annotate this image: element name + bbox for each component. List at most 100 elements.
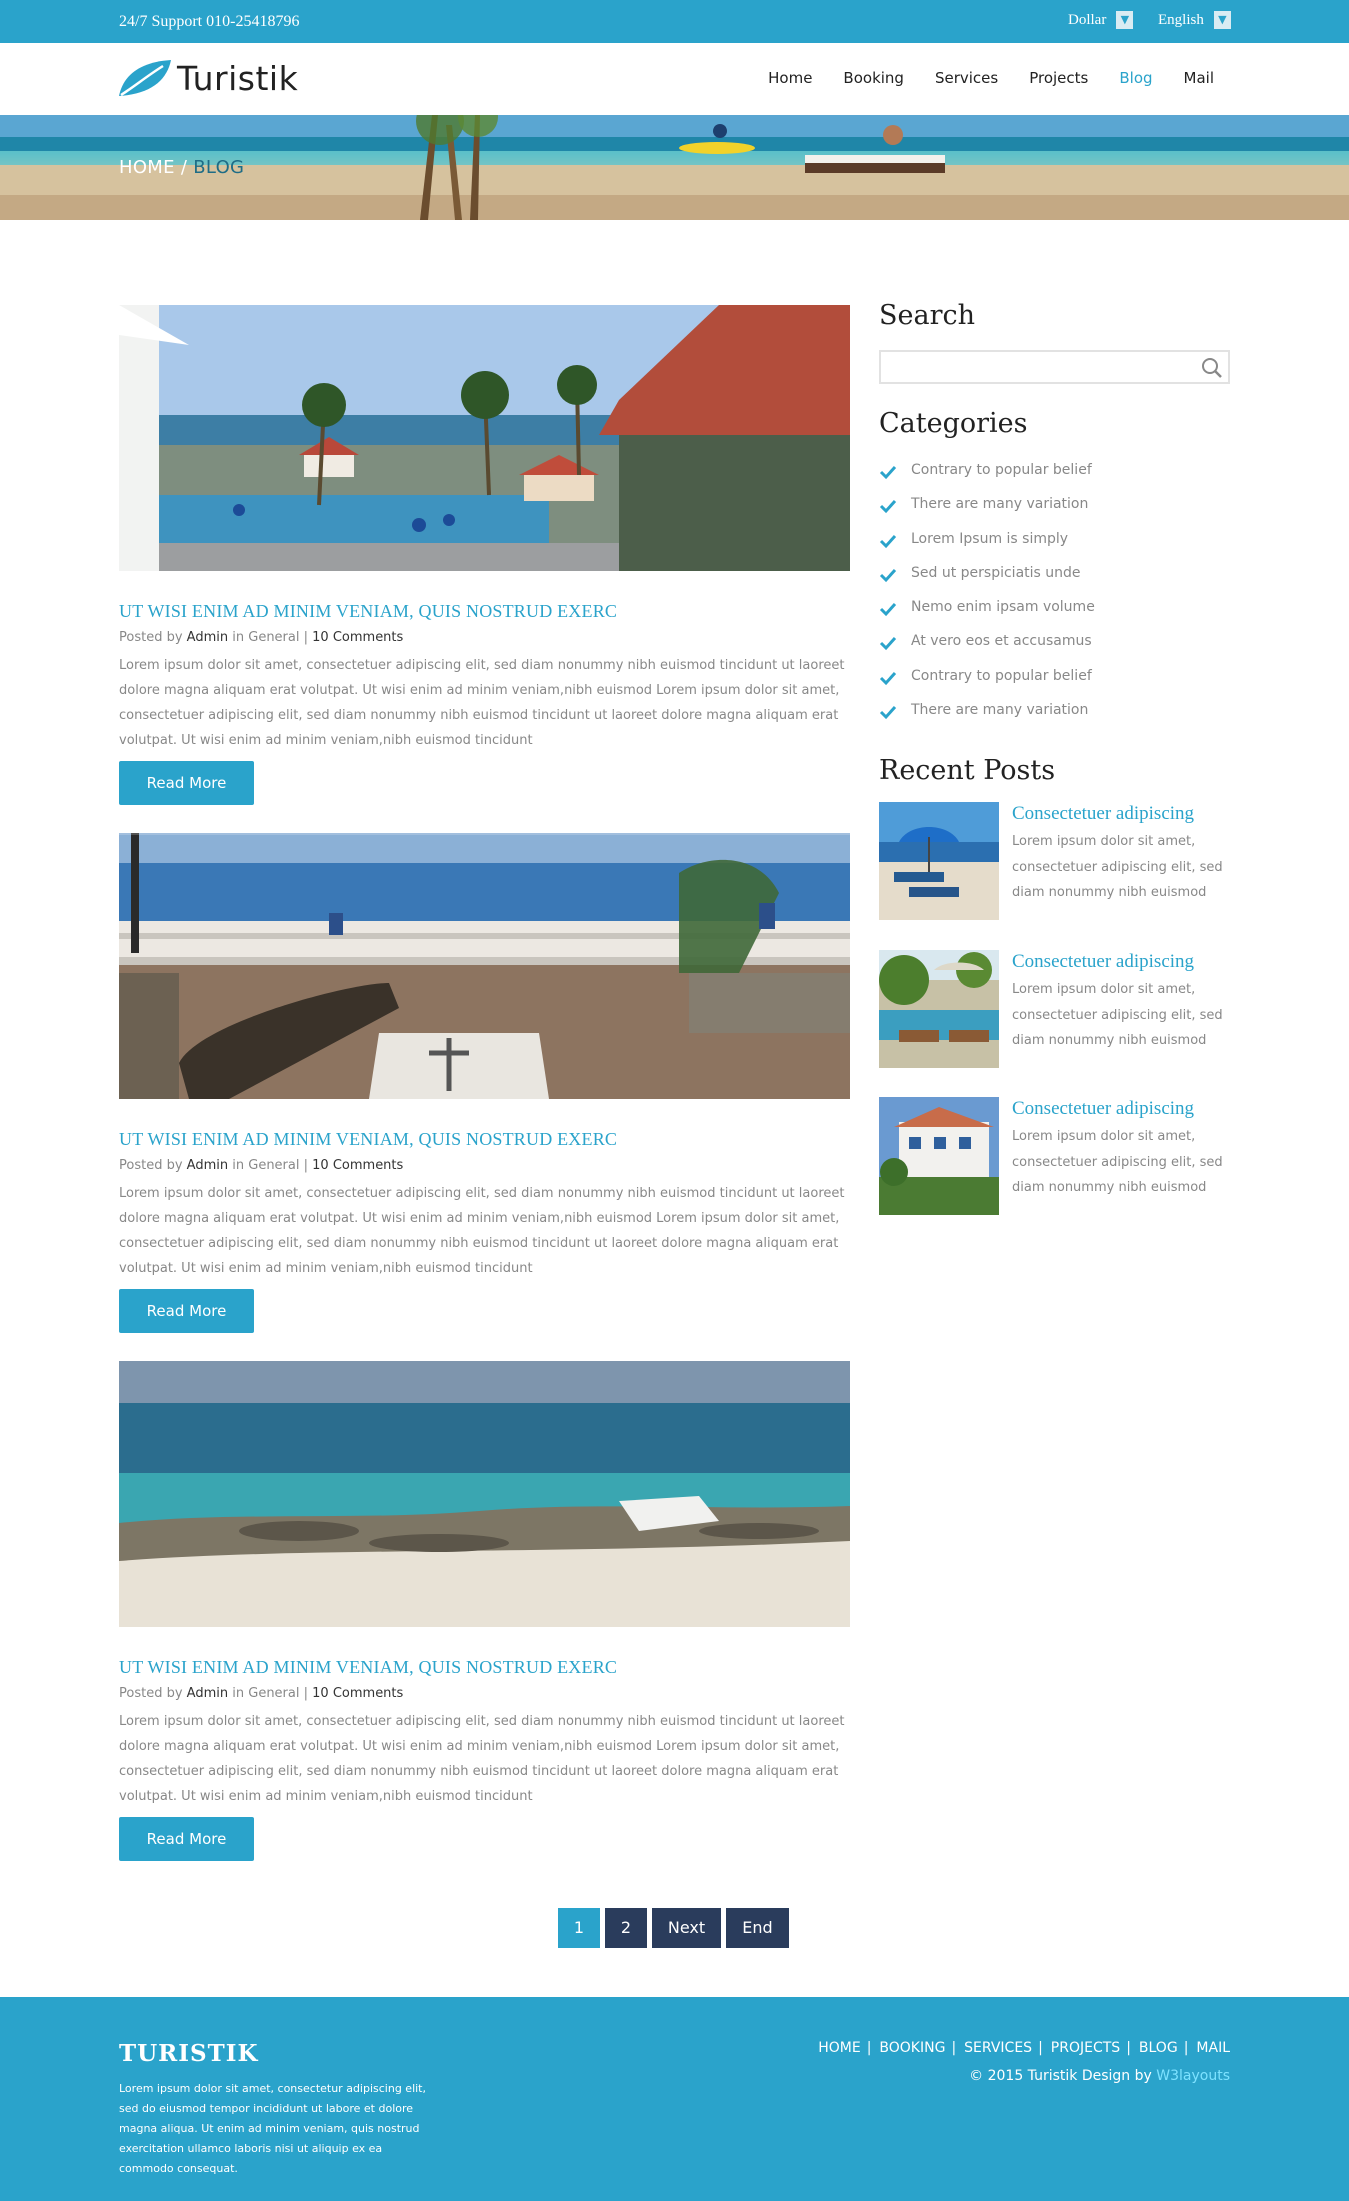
page-2-button[interactable]: 2 <box>605 1908 647 1948</box>
recent-post-text: Lorem ipsum dolor sit amet, consectetuer… <box>1012 1129 1223 1195</box>
recent-post-thumb-beach-umbrella[interactable] <box>879 802 999 920</box>
recent-post-thumb-poolside[interactable] <box>879 950 999 1068</box>
footer-nav: HOME | BOOKING | SERVICES | PROJECTS | BLOG | MAIL <box>818 2040 1230 2056</box>
category-label: Nemo enim ipsam volume <box>911 599 1095 616</box>
footer-nav-divider: | <box>1183 2040 1189 2056</box>
post-meta: Posted by Admin in General | 10 Comments <box>119 1158 403 1173</box>
site-logo[interactable]: Turistik <box>117 55 298 101</box>
language-label: English <box>1158 11 1204 28</box>
search-input[interactable] <box>887 356 1187 378</box>
copyright-link[interactable]: W3layouts <box>1156 2068 1230 2084</box>
meta-divider: | <box>303 630 309 645</box>
breadcrumb: HOME / BLOG <box>119 157 244 178</box>
search-icon[interactable] <box>1200 356 1224 380</box>
pagination: 1 2 Next End <box>558 1908 794 1948</box>
footer-nav-mail[interactable]: MAIL <box>1196 2040 1230 2056</box>
footer-nav-divider: | <box>866 2040 872 2056</box>
site-header: Turistik Home Booking Services Projects … <box>0 43 1349 115</box>
blog-post: UT WISI ENIM AD MINIM VENIAM, QUIS NOSTR… <box>119 833 850 1338</box>
top-bar: 24/7 Support 010-25418796 Dollar ▼ Englis… <box>0 0 1349 43</box>
footer-nav-blog[interactable]: BLOG <box>1139 2040 1178 2056</box>
post-category[interactable]: General <box>248 1158 299 1173</box>
category-item[interactable]: Sed ut perspiciatis unde <box>879 565 1095 599</box>
search-box <box>879 350 1230 384</box>
post-author[interactable]: Admin <box>187 630 228 645</box>
category-item[interactable]: There are many variation <box>879 702 1095 736</box>
post-comments[interactable]: 10 Comments <box>312 630 403 645</box>
post-author[interactable]: Admin <box>187 1686 228 1701</box>
footer-nav-booking[interactable]: BOOKING <box>879 2040 945 2056</box>
currency-select[interactable]: Dollar ▼ <box>1068 11 1134 29</box>
copyright: © 2015 Turistik Design by W3layouts <box>969 2068 1230 2084</box>
recent-post: Consectetuer adipiscing Lorem ipsum dolo… <box>879 1097 1230 1215</box>
post-title[interactable]: UT WISI ENIM AD MINIM VENIAM, QUIS NOSTR… <box>119 1129 617 1150</box>
category-label: Lorem Ipsum is simply <box>911 530 1069 547</box>
breadcrumb-separator: / <box>174 157 194 178</box>
breadcrumb-home[interactable]: HOME <box>119 157 175 178</box>
footer-nav-divider: | <box>1126 2040 1131 2056</box>
check-icon <box>879 603 897 617</box>
recent-post-title[interactable]: Consectetuer adipiscing <box>1012 951 1194 973</box>
footer-nav-services[interactable]: SERVICES <box>964 2040 1032 2056</box>
post-comments[interactable]: 10 Comments <box>312 1158 403 1173</box>
recent-post-thumb-villa[interactable] <box>879 1097 999 1215</box>
language-select[interactable]: English ▼ <box>1158 11 1231 29</box>
search-title: Search <box>879 300 975 331</box>
recent-post-text: Lorem ipsum dolor sit amet, consectetuer… <box>1012 982 1223 1048</box>
post-author[interactable]: Admin <box>187 1158 228 1173</box>
check-icon <box>879 637 897 651</box>
post-category[interactable]: General <box>248 630 299 645</box>
page-banner: HOME / BLOG <box>0 115 1349 220</box>
categories-list: Contrary to popular belief There are man… <box>879 462 1095 736</box>
recent-posts-title: Recent Posts <box>879 755 1056 786</box>
nav-mail[interactable]: Mail <box>1184 69 1214 87</box>
footer-nav-divider: | <box>1038 2040 1043 2056</box>
site-footer: TURISTIK Lorem ipsum dolor sit amet, con… <box>0 1997 1349 2201</box>
category-label: There are many variation <box>911 702 1089 719</box>
page-1-button[interactable]: 1 <box>558 1908 600 1948</box>
end-page-button[interactable]: End <box>726 1908 789 1948</box>
post-comments[interactable]: 10 Comments <box>312 1686 403 1701</box>
category-label: Contrary to popular belief <box>911 667 1092 684</box>
category-item[interactable]: There are many variation <box>879 496 1095 530</box>
check-icon <box>879 706 897 720</box>
nav-services[interactable]: Services <box>935 69 998 87</box>
category-item[interactable]: Contrary to popular belief <box>879 668 1095 702</box>
recent-post-title[interactable]: Consectetuer adipiscing <box>1012 803 1194 825</box>
recent-post-title[interactable]: Consectetuer adipiscing <box>1012 1098 1194 1120</box>
post-image-shoreline[interactable] <box>119 1361 850 1627</box>
nav-projects[interactable]: Projects <box>1029 69 1088 87</box>
category-item[interactable]: At vero eos et accusamus <box>879 633 1095 667</box>
copyright-text: © 2015 Turistik Design by <box>969 2068 1152 2084</box>
footer-text: Lorem ipsum dolor sit amet, consectetur … <box>119 2082 426 2175</box>
nav-blog[interactable]: Blog <box>1119 69 1152 87</box>
check-icon <box>879 500 897 514</box>
brand-name: Turistik <box>177 58 299 98</box>
footer-nav-projects[interactable]: PROJECTS <box>1051 2040 1120 2056</box>
post-body: Lorem ipsum dolor sit amet, consectetuer… <box>119 658 845 748</box>
footer-nav-divider: | <box>951 2040 957 2056</box>
post-image-seaside-cannon[interactable] <box>119 833 850 1099</box>
post-meta: Posted by Admin in General | 10 Comments <box>119 630 403 645</box>
check-icon <box>879 568 897 583</box>
next-page-button[interactable]: Next <box>652 1908 721 1948</box>
breadcrumb-current: BLOG <box>193 157 245 178</box>
nav-booking[interactable]: Booking <box>843 69 904 87</box>
sidebar: Search Categories Contrary to popular be… <box>879 300 1230 1215</box>
category-item[interactable]: Contrary to popular belief <box>879 462 1095 496</box>
post-category[interactable]: General <box>248 1686 299 1701</box>
read-more-button[interactable]: Read More <box>119 761 254 805</box>
post-image-resort-pool[interactable] <box>119 305 850 571</box>
read-more-button[interactable]: Read More <box>119 1817 254 1861</box>
read-more-button[interactable]: Read More <box>119 1289 254 1333</box>
post-body: Lorem ipsum dolor sit amet, consectetuer… <box>119 1186 845 1276</box>
nav-home[interactable]: Home <box>768 69 812 87</box>
meta-divider: | <box>303 1686 309 1701</box>
support-phone: 24/7 Support 010-25418796 <box>119 13 300 30</box>
category-item[interactable]: Nemo enim ipsam volume <box>879 599 1095 633</box>
category-item[interactable]: Lorem Ipsum is simply <box>879 531 1095 565</box>
footer-nav-home[interactable]: HOME <box>818 2040 860 2056</box>
meta-divider: | <box>303 1158 309 1173</box>
post-title[interactable]: UT WISI ENIM AD MINIM VENIAM, QUIS NOSTR… <box>119 1657 617 1678</box>
post-title[interactable]: UT WISI ENIM AD MINIM VENIAM, QUIS NOSTR… <box>119 601 617 622</box>
